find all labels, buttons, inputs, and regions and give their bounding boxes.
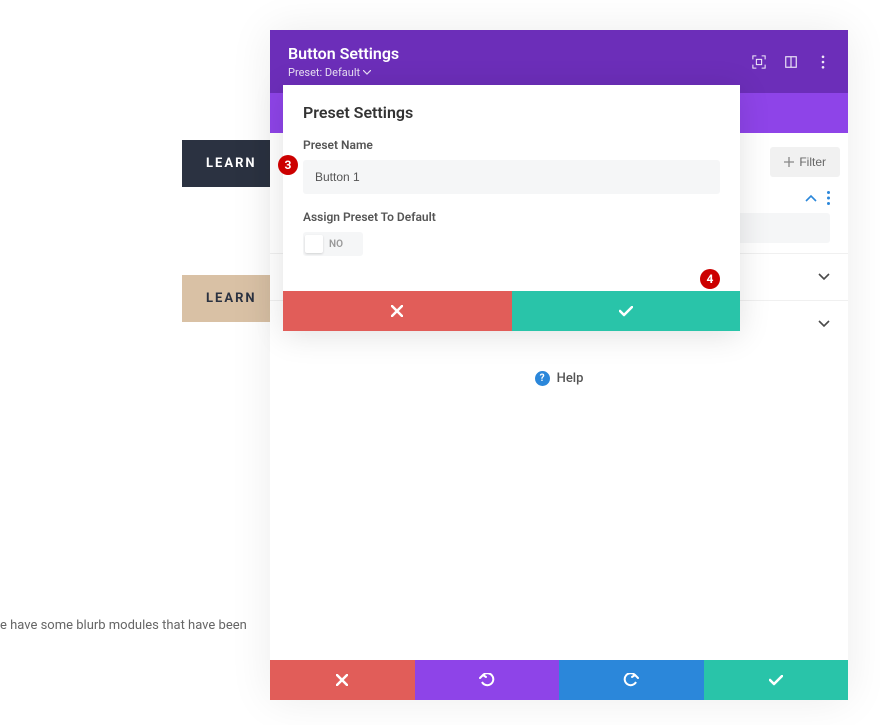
panel-header-icons: [752, 55, 830, 69]
preset-assign-label: Assign Preset To Default: [303, 210, 720, 224]
preset-modal-body: Preset Settings Preset Name Assign Prese…: [283, 85, 740, 275]
bg-tan-button: LEARN: [182, 275, 272, 322]
help-icon: ?: [535, 371, 550, 386]
bottom-bar: [270, 660, 848, 700]
plus-icon: [784, 157, 794, 167]
chevron-down-icon: [818, 273, 830, 281]
preset-name-input[interactable]: [303, 160, 720, 194]
preset-cancel-button[interactable]: [283, 291, 512, 331]
close-icon: [391, 305, 403, 317]
toggle-text: NO: [329, 239, 343, 250]
preset-heading: Preset Settings: [303, 103, 720, 122]
filter-button[interactable]: Filter: [770, 147, 840, 177]
text-row-icons: [805, 191, 830, 205]
preset-dropdown[interactable]: Preset: Default: [288, 66, 399, 79]
chevron-down-icon: [818, 320, 830, 328]
preset-actions: [283, 291, 740, 331]
check-icon: [619, 306, 633, 317]
panel-header: Button Settings Preset: Default: [270, 30, 848, 93]
chevron-down-icon: [363, 70, 371, 75]
preset-name-label: Preset Name: [303, 138, 720, 152]
cancel-button[interactable]: [270, 660, 415, 700]
panel-subtitle-text: Preset: Default: [288, 66, 360, 79]
filter-button-label: Filter: [799, 155, 826, 169]
chevron-up-icon[interactable]: [805, 194, 817, 202]
callout-3: 3: [278, 155, 298, 175]
redo-icon: [623, 673, 639, 687]
panel-title: Button Settings: [288, 44, 399, 63]
redo-button[interactable]: [559, 660, 704, 700]
panel-header-left: Button Settings Preset: Default: [288, 44, 399, 79]
undo-button[interactable]: [415, 660, 560, 700]
kebab-menu-icon[interactable]: [816, 55, 830, 69]
preset-confirm-button[interactable]: [512, 291, 741, 331]
expand-icon[interactable]: [752, 55, 766, 69]
assign-toggle[interactable]: NO: [303, 232, 363, 256]
close-icon: [336, 674, 348, 686]
preset-modal: Preset Settings Preset Name Assign Prese…: [283, 85, 740, 331]
bg-paragraph: e have some blurb modules that have been: [0, 618, 247, 633]
callout-4: 4: [700, 269, 720, 289]
save-button[interactable]: [704, 660, 849, 700]
help-row[interactable]: ? Help: [270, 347, 848, 410]
undo-icon: [479, 673, 495, 687]
check-icon: [769, 675, 783, 686]
help-label: Help: [557, 371, 584, 386]
filter-row: Filter: [770, 147, 840, 177]
toggle-knob: [305, 235, 323, 253]
bg-dark-button: LEARN: [182, 140, 272, 187]
kebab-icon[interactable]: [827, 191, 830, 205]
grid-icon[interactable]: [784, 55, 798, 69]
